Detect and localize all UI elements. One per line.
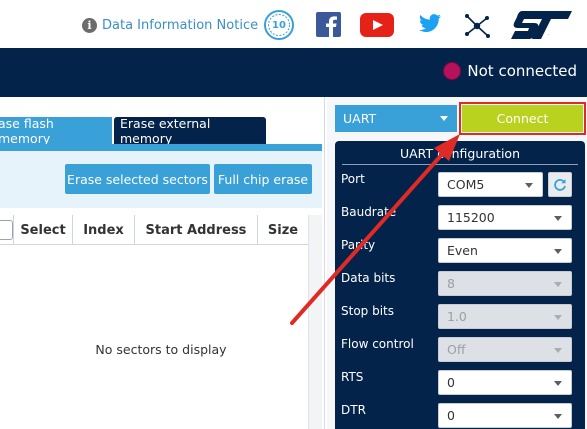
st-logo-text: ST: [548, 34, 550, 36]
tab-underline: [0, 144, 322, 151]
port-select-value: COM5: [447, 177, 485, 192]
column-select[interactable]: Select: [14, 215, 72, 245]
youtube-icon[interactable]: [360, 13, 394, 37]
parity-select[interactable]: Even: [438, 238, 572, 263]
caret-down-icon: [554, 348, 562, 353]
connect-button[interactable]: Connect: [462, 105, 583, 132]
caret-down-icon: [525, 183, 533, 188]
dtr-label: DTR: [341, 403, 366, 417]
caret-down-icon: [554, 315, 562, 320]
twitter-icon[interactable]: [419, 14, 441, 33]
st-logo-icon[interactable]: ST: [510, 10, 573, 40]
dtr-select[interactable]: 0: [438, 403, 572, 428]
uart-configuration-title: UART configuration: [399, 146, 520, 161]
flow-control-label: Flow control: [341, 337, 414, 351]
stop-bits-label: Stop bits: [341, 304, 395, 318]
tab-erase-external-memory-label: Erase external memory: [120, 115, 211, 146]
facebook-icon[interactable]: [316, 12, 341, 37]
baudrate-select[interactable]: 115200: [438, 205, 572, 230]
column-size[interactable]: Size: [258, 215, 308, 245]
parity-select-value: Even: [447, 243, 478, 258]
title-divider: [342, 164, 578, 165]
interface-select[interactable]: UART: [335, 105, 457, 132]
flow-control-select-value: Off: [447, 342, 466, 357]
data-bits-select: 8: [438, 271, 572, 296]
interface-select-value: UART: [343, 111, 377, 126]
column-index[interactable]: Index: [73, 215, 134, 245]
port-select[interactable]: COM5: [438, 172, 543, 197]
table-scrollbar[interactable]: [308, 215, 322, 429]
rts-select[interactable]: 0: [438, 370, 572, 395]
data-bits-select-value: 8: [447, 276, 455, 291]
parity-label: Parity: [341, 238, 376, 252]
rts-label: RTS: [341, 370, 364, 384]
caret-down-icon: [554, 216, 562, 221]
column-start-address[interactable]: Start Address: [135, 215, 257, 245]
empty-table-message: No sectors to display: [95, 342, 227, 357]
stop-bits-select-value: 1.0: [447, 309, 467, 324]
erase-selected-sectors-button[interactable]: Erase selected sectors: [65, 164, 210, 194]
data-bits-label: Data bits: [341, 271, 396, 285]
info-icon: i: [82, 17, 97, 33]
tab-erase-external-memory[interactable]: Erase external memory: [114, 115, 266, 146]
caret-down-icon: [554, 249, 562, 254]
caret-down-icon: [440, 116, 448, 121]
dtr-select-value: 0: [447, 408, 455, 423]
data-information-notice-label: Data Information Notice: [102, 17, 259, 33]
baudrate-label: Baudrate: [341, 205, 397, 219]
port-label: Port: [341, 172, 365, 186]
refresh-icon: [554, 178, 566, 191]
10-years-badge-icon[interactable]: 10: [263, 9, 295, 41]
status-dot-icon: [443, 62, 462, 80]
rts-select-value: 0: [447, 375, 455, 390]
stop-bits-select: 1.0: [438, 304, 572, 329]
caret-down-icon: [554, 414, 562, 419]
tab-erase-flash-memory[interactable]: ase flash memory: [0, 115, 112, 146]
network-icon[interactable]: [463, 12, 491, 40]
connection-status-text: Not connected: [467, 62, 577, 80]
baudrate-select-value: 115200: [447, 210, 495, 225]
caret-down-icon: [554, 282, 562, 287]
connection-status: Not connected: [443, 62, 577, 80]
select-all-checkbox[interactable]: [0, 220, 13, 240]
caret-down-icon: [554, 381, 562, 386]
flow-control-select: Off: [438, 337, 572, 362]
data-information-notice-link[interactable]: i Data Information Notice: [82, 15, 258, 35]
full-chip-erase-button[interactable]: Full chip erase: [214, 164, 312, 194]
tab-erase-flash-memory-label: ase flash memory: [0, 115, 54, 146]
svg-text:10: 10: [272, 20, 286, 31]
refresh-ports-button[interactable]: [548, 172, 572, 197]
